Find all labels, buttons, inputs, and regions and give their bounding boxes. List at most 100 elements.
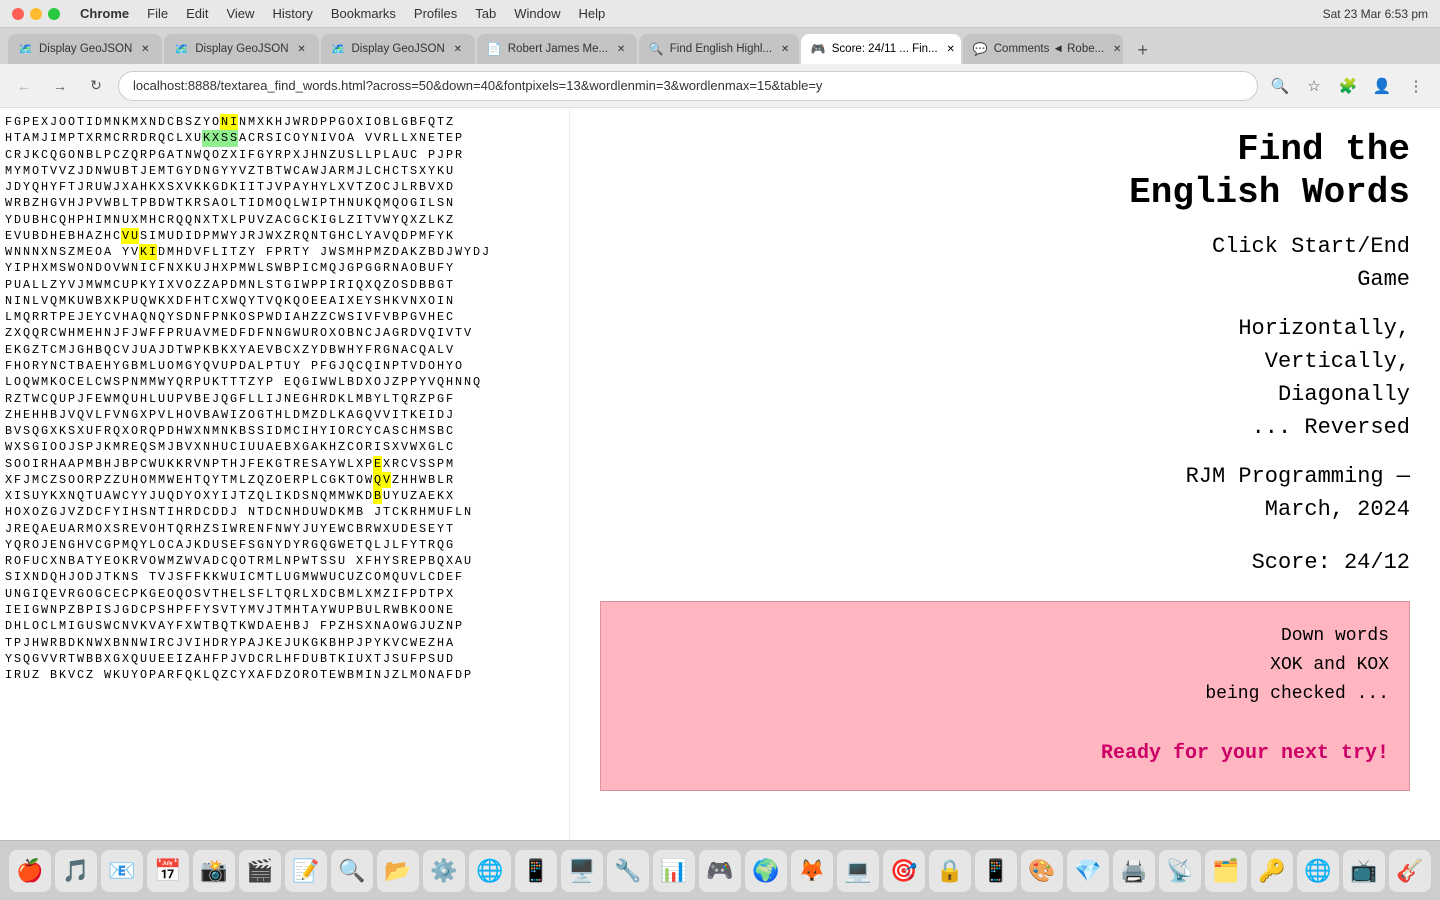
grid-cell[interactable]: Y <box>364 293 373 309</box>
grid-cell[interactable]: B <box>238 423 247 439</box>
grid-cell[interactable]: R <box>292 586 301 602</box>
grid-cell[interactable]: W <box>454 244 463 260</box>
grid-cell[interactable]: Y <box>139 488 148 504</box>
grid-cell[interactable]: P <box>283 147 292 163</box>
grid-cell[interactable]: S <box>418 521 427 537</box>
grid-cell[interactable]: Z <box>193 114 202 130</box>
grid-cell[interactable]: H <box>292 602 301 618</box>
grid-cell[interactable]: Y <box>49 179 58 195</box>
grid-cell[interactable]: J <box>229 651 238 667</box>
grid-cell[interactable]: H <box>40 195 49 211</box>
grid-cell[interactable]: G <box>67 537 76 553</box>
grid-cell[interactable]: G <box>337 114 346 130</box>
grid-cell[interactable]: F <box>157 260 166 276</box>
grid-cell[interactable]: N <box>76 147 85 163</box>
grid-cell[interactable]: T <box>22 391 31 407</box>
grid-cell[interactable]: U <box>256 439 265 455</box>
grid-cell[interactable]: D <box>301 504 310 520</box>
grid-cell[interactable]: U <box>337 553 346 569</box>
grid-cell[interactable]: Y <box>94 309 103 325</box>
grid-cell[interactable]: J <box>436 147 445 163</box>
grid-cell[interactable]: S <box>4 456 13 472</box>
grid-cell[interactable]: H <box>31 407 40 423</box>
grid-cell[interactable]: P <box>148 667 157 683</box>
grid-cell[interactable]: R <box>40 309 49 325</box>
grid-cell[interactable]: P <box>292 553 301 569</box>
grid-cell[interactable]: G <box>112 651 121 667</box>
grid-row[interactable]: CRJKCQGONBLPCZQRPGATNWQOZXIFGYRPXJHNZUSL… <box>4 147 565 163</box>
grid-cell[interactable]: H <box>85 212 94 228</box>
grid-cell[interactable]: P <box>256 309 265 325</box>
grid-cell[interactable]: B <box>175 439 184 455</box>
grid-cell[interactable]: W <box>382 212 391 228</box>
grid-cell[interactable]: I <box>310 374 319 390</box>
grid-cell[interactable]: Z <box>31 342 40 358</box>
grid-row[interactable]: IRUZ BKVCZ WKUYOPARFQKLQZCYXAFDZOROTEWBM… <box>4 667 565 683</box>
grid-cell[interactable]: L <box>238 472 247 488</box>
grid-cell[interactable]: Z <box>382 586 391 602</box>
url-input[interactable] <box>118 71 1258 101</box>
grid-cell[interactable]: D <box>211 504 220 520</box>
grid-cell[interactable]: D <box>364 488 373 504</box>
grid-row[interactable]: NINLVQMKUWBXKPUQWKXDFHTCXWQYTVQKQOEEAIXE… <box>4 293 565 309</box>
menu-help[interactable]: Help <box>579 6 606 21</box>
grid-cell[interactable]: F <box>238 391 247 407</box>
grid-cell[interactable]: J <box>130 342 139 358</box>
grid-cell[interactable]: Z <box>265 212 274 228</box>
grid-cell[interactable]: G <box>76 586 85 602</box>
grid-cell[interactable]: I <box>274 488 283 504</box>
grid-cell[interactable]: T <box>310 553 319 569</box>
grid-cell[interactable]: T <box>274 358 283 374</box>
grid-cell[interactable]: Y <box>319 179 328 195</box>
grid-cell[interactable]: B <box>112 195 121 211</box>
grid-cell[interactable]: L <box>292 195 301 211</box>
grid-cell[interactable]: P <box>427 391 436 407</box>
grid-cell[interactable]: F <box>256 586 265 602</box>
grid-cell[interactable]: L <box>310 472 319 488</box>
grid-cell[interactable]: F <box>292 651 301 667</box>
dock-photos[interactable]: 📸 <box>193 850 235 892</box>
grid-cell[interactable]: M <box>58 293 67 309</box>
grid-cell[interactable]: M <box>445 456 454 472</box>
grid-cell[interactable]: O <box>346 114 355 130</box>
grid-cell[interactable]: X <box>49 553 58 569</box>
grid-cell[interactable]: U <box>139 342 148 358</box>
grid-cell[interactable]: S <box>103 602 112 618</box>
grid-cell[interactable]: Z <box>418 212 427 228</box>
dock-search[interactable]: 🔍 <box>331 850 373 892</box>
grid-cell[interactable]: H <box>49 228 58 244</box>
grid-cell[interactable]: T <box>427 586 436 602</box>
grid-cell[interactable]: V <box>274 179 283 195</box>
grid-cell[interactable]: R <box>184 521 193 537</box>
grid-cell[interactable]: O <box>148 553 157 569</box>
grid-cell[interactable]: I <box>346 651 355 667</box>
grid-row[interactable]: LOQWMKOCELCWSPNMMWYQRPUKTTTZYP EQGIWWLBD… <box>4 374 565 390</box>
grid-cell[interactable]: P <box>283 179 292 195</box>
close-button[interactable] <box>12 8 24 20</box>
tab-close-5[interactable]: ✕ <box>944 42 958 56</box>
grid-cell[interactable]: R <box>382 260 391 276</box>
grid-cell[interactable]: O <box>130 423 139 439</box>
grid-cell[interactable]: W <box>157 553 166 569</box>
grid-cell[interactable]: M <box>58 618 67 634</box>
grid-cell[interactable]: A <box>292 309 301 325</box>
grid-cell[interactable]: R <box>4 553 13 569</box>
grid-cell[interactable]: L <box>256 358 265 374</box>
grid-cell[interactable]: P <box>148 602 157 618</box>
grid-cell[interactable]: W <box>103 179 112 195</box>
grid-cell[interactable]: P <box>391 358 400 374</box>
grid-cell[interactable]: W <box>193 618 202 634</box>
grid-cell[interactable]: N <box>130 374 139 390</box>
grid-cell[interactable]: Q <box>22 651 31 667</box>
grid-cell[interactable]: F <box>400 586 409 602</box>
grid-cell[interactable]: V <box>85 537 94 553</box>
grid-cell[interactable]: Z <box>355 569 364 585</box>
grid-cell[interactable]: S <box>256 423 265 439</box>
grid-cell[interactable]: Z <box>31 667 40 683</box>
grid-cell[interactable]: V <box>427 179 436 195</box>
grid-cell[interactable]: X <box>409 130 418 146</box>
grid-cell[interactable]: R <box>454 147 463 163</box>
grid-cell[interactable]: X <box>40 114 49 130</box>
grid-cell[interactable]: J <box>94 569 103 585</box>
grid-cell[interactable]: O <box>373 374 382 390</box>
